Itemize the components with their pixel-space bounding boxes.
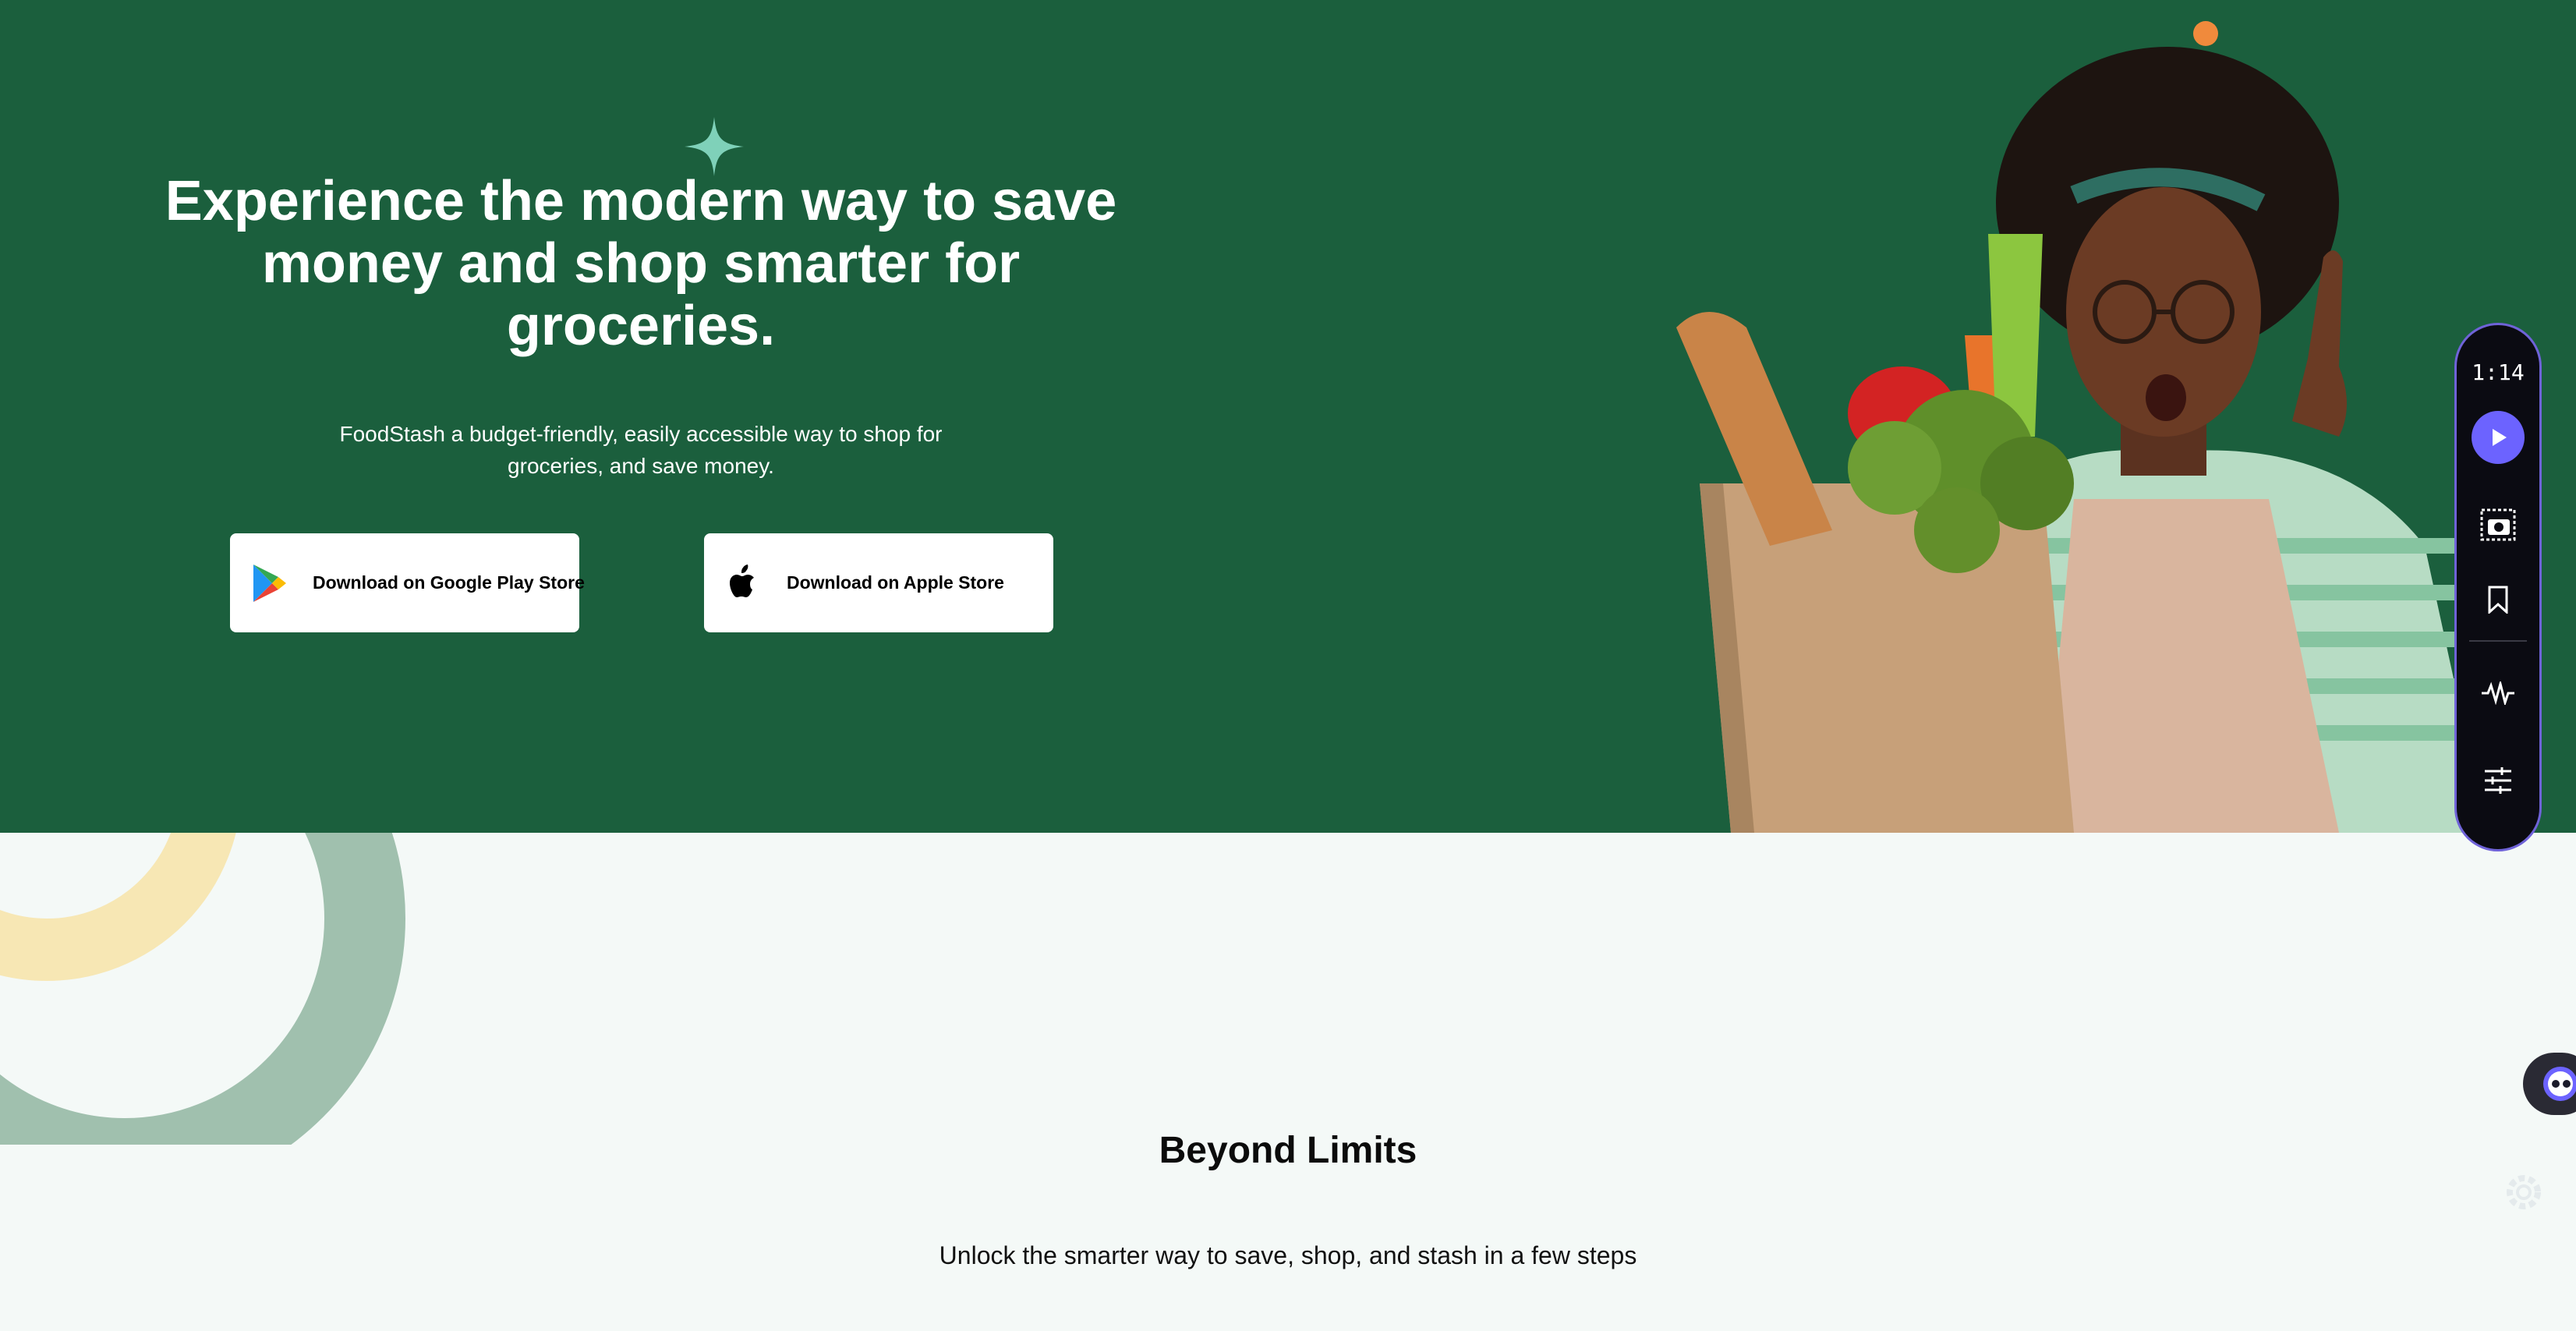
google-play-icon — [249, 563, 289, 604]
section-subtitle: Unlock the smarter way to save, shop, an… — [939, 1241, 1637, 1269]
hero-section: Experience the modern way to save money … — [0, 0, 2576, 833]
play-button[interactable] — [2472, 411, 2525, 464]
play-icon — [2493, 429, 2507, 446]
bookmark-button[interactable] — [2472, 573, 2525, 626]
hero-headline: Experience the modern way to save money … — [165, 170, 1117, 357]
section-title: Beyond Limits — [1159, 1130, 1417, 1171]
sliders-icon — [2485, 767, 2511, 794]
decorative-rings — [0, 833, 405, 1145]
hero-subtext: FoodStash a budget-friendly, easily acce… — [339, 422, 943, 478]
assistant-launcher[interactable] — [2523, 1053, 2576, 1115]
waveform-icon — [2482, 681, 2514, 705]
screenshot-button[interactable] — [2472, 498, 2525, 551]
bookmark-icon — [2488, 586, 2508, 614]
assistant-face-icon — [2543, 1067, 2576, 1101]
screenshot-icon — [2480, 508, 2516, 541]
sparkle-icon — [685, 117, 744, 176]
apple-store-button[interactable]: Download on Apple Store — [704, 533, 1053, 632]
recording-timer: 1:14 — [2472, 359, 2525, 385]
google-play-button[interactable]: Download on Google Play Store — [230, 533, 585, 632]
apple-icon — [723, 563, 763, 604]
apple-store-label: Download on Apple Store — [787, 572, 1004, 593]
shopper-with-groceries-image — [1676, 21, 2491, 833]
waveform-button[interactable] — [2472, 667, 2525, 720]
settings-sliders-button[interactable] — [2472, 754, 2525, 807]
google-play-label: Download on Google Play Store — [313, 572, 585, 593]
toolbar-divider — [2469, 640, 2527, 642]
gear-icon[interactable] — [2500, 1168, 2548, 1216]
recorder-toolbar: 1:14 — [2454, 323, 2542, 851]
